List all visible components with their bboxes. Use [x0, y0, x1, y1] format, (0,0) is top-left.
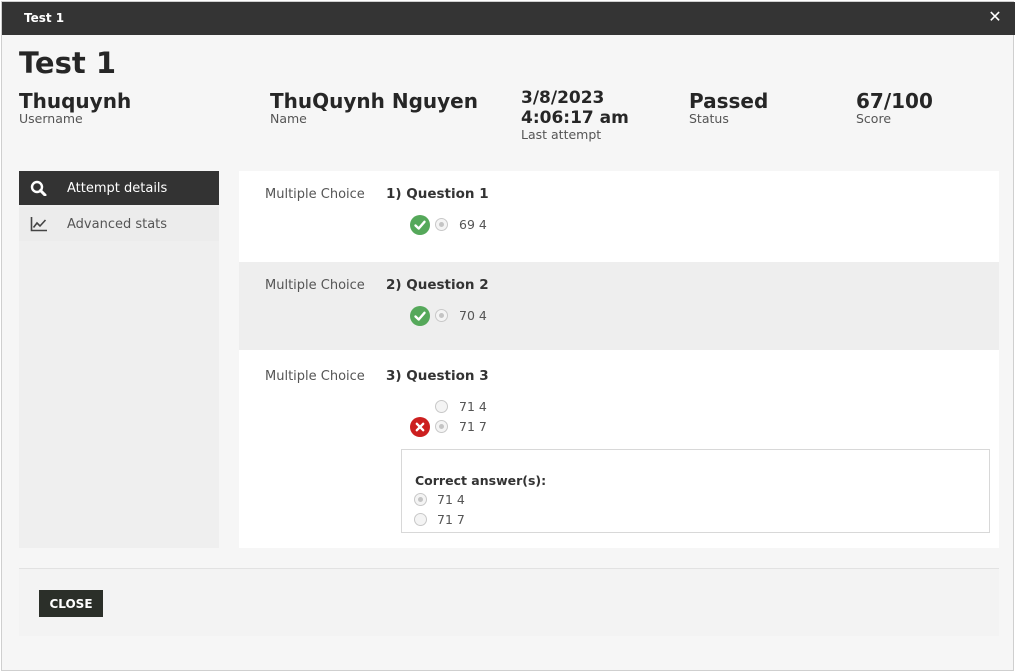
sidebar-item-label: Advanced stats	[67, 217, 168, 232]
sidebar-item-attempt-details[interactable]: Attempt details	[19, 171, 219, 205]
question-title: 3) Question 3	[386, 368, 489, 384]
correct-answer-radio[interactable]	[414, 493, 427, 506]
close-icon[interactable]: ✕	[987, 9, 1003, 25]
last-attempt-time: 4:06:17 am	[521, 108, 629, 128]
attempt-details-panel: Multiple Choice 1) Question 1 69 4 Multi…	[239, 171, 999, 548]
question-type: Multiple Choice	[265, 369, 365, 384]
answer-radio[interactable]	[435, 420, 448, 433]
search-icon	[30, 180, 48, 197]
modal-footer: CLOSE	[19, 568, 999, 636]
sidebar: Attempt details Advanced stats	[19, 171, 219, 548]
modal-window-title: Test 1	[24, 11, 65, 25]
close-button[interactable]: CLOSE	[39, 590, 103, 617]
correct-answer-option: 71 4	[414, 491, 614, 509]
summary-status: Passed Status	[689, 90, 768, 126]
question-type: Multiple Choice	[265, 278, 365, 293]
summary-username: Thuquynh Username	[19, 90, 131, 126]
summary-score: 67/100 Score	[856, 90, 933, 126]
summary-name: ThuQuynh Nguyen Name	[270, 90, 478, 126]
answer-text: 70 4	[459, 308, 487, 323]
answer-text: 71 4	[437, 492, 465, 507]
answer-radio[interactable]	[435, 400, 448, 413]
x-circle-icon	[410, 417, 430, 437]
question-2: Multiple Choice 2) Question 2 70 4	[239, 262, 999, 350]
correct-answers-box: Correct answer(s): 71 4 71 7	[401, 449, 990, 533]
answer-option: 71 4	[410, 397, 710, 417]
status-value: Passed	[689, 89, 769, 113]
answer-text: 71 7	[437, 512, 465, 527]
correct-answers-label: Correct answer(s):	[415, 473, 547, 488]
username-label: Username	[19, 111, 83, 126]
question-title: 2) Question 2	[386, 277, 489, 293]
answer-radio[interactable]	[435, 309, 448, 322]
answer-text: 71 7	[459, 419, 487, 434]
modal-titlebar: Test 1 ✕	[2, 2, 1015, 35]
sidebar-item-advanced-stats[interactable]: Advanced stats	[19, 207, 219, 241]
answer-option: 69 4	[410, 215, 710, 235]
username-value: Thuquynh	[19, 89, 132, 113]
answer-option: 70 4	[410, 306, 710, 326]
answer-text: 71 4	[459, 399, 487, 414]
attempt-modal: Test 1 ✕ Test 1 Thuquynh Username ThuQuy…	[1, 1, 1015, 671]
sidebar-item-label: Attempt details	[67, 181, 168, 196]
last-attempt-date: 3/8/2023	[521, 88, 605, 108]
answer-option: 71 7	[410, 417, 710, 437]
check-circle-icon	[410, 306, 430, 326]
check-circle-icon	[410, 215, 430, 235]
answer-text: 69 4	[459, 217, 487, 232]
last-attempt-label: Last attempt	[521, 127, 602, 142]
name-label: Name	[270, 111, 307, 126]
question-1: Multiple Choice 1) Question 1 69 4	[239, 171, 999, 259]
score-value: 67/100	[856, 89, 933, 113]
question-title: 1) Question 1	[386, 186, 489, 202]
status-label: Status	[689, 111, 729, 126]
name-value: ThuQuynh Nguyen	[270, 89, 478, 113]
summary-last-attempt: 3/8/2023 4:06:17 am Last attempt	[521, 88, 629, 142]
correct-answer-radio[interactable]	[414, 513, 427, 526]
question-type: Multiple Choice	[265, 187, 365, 202]
score-label: Score	[856, 111, 892, 126]
correct-answer-option: 71 7	[414, 511, 614, 529]
line-chart-icon	[30, 216, 48, 232]
answer-radio[interactable]	[435, 218, 448, 231]
page-title: Test 1	[19, 46, 116, 80]
